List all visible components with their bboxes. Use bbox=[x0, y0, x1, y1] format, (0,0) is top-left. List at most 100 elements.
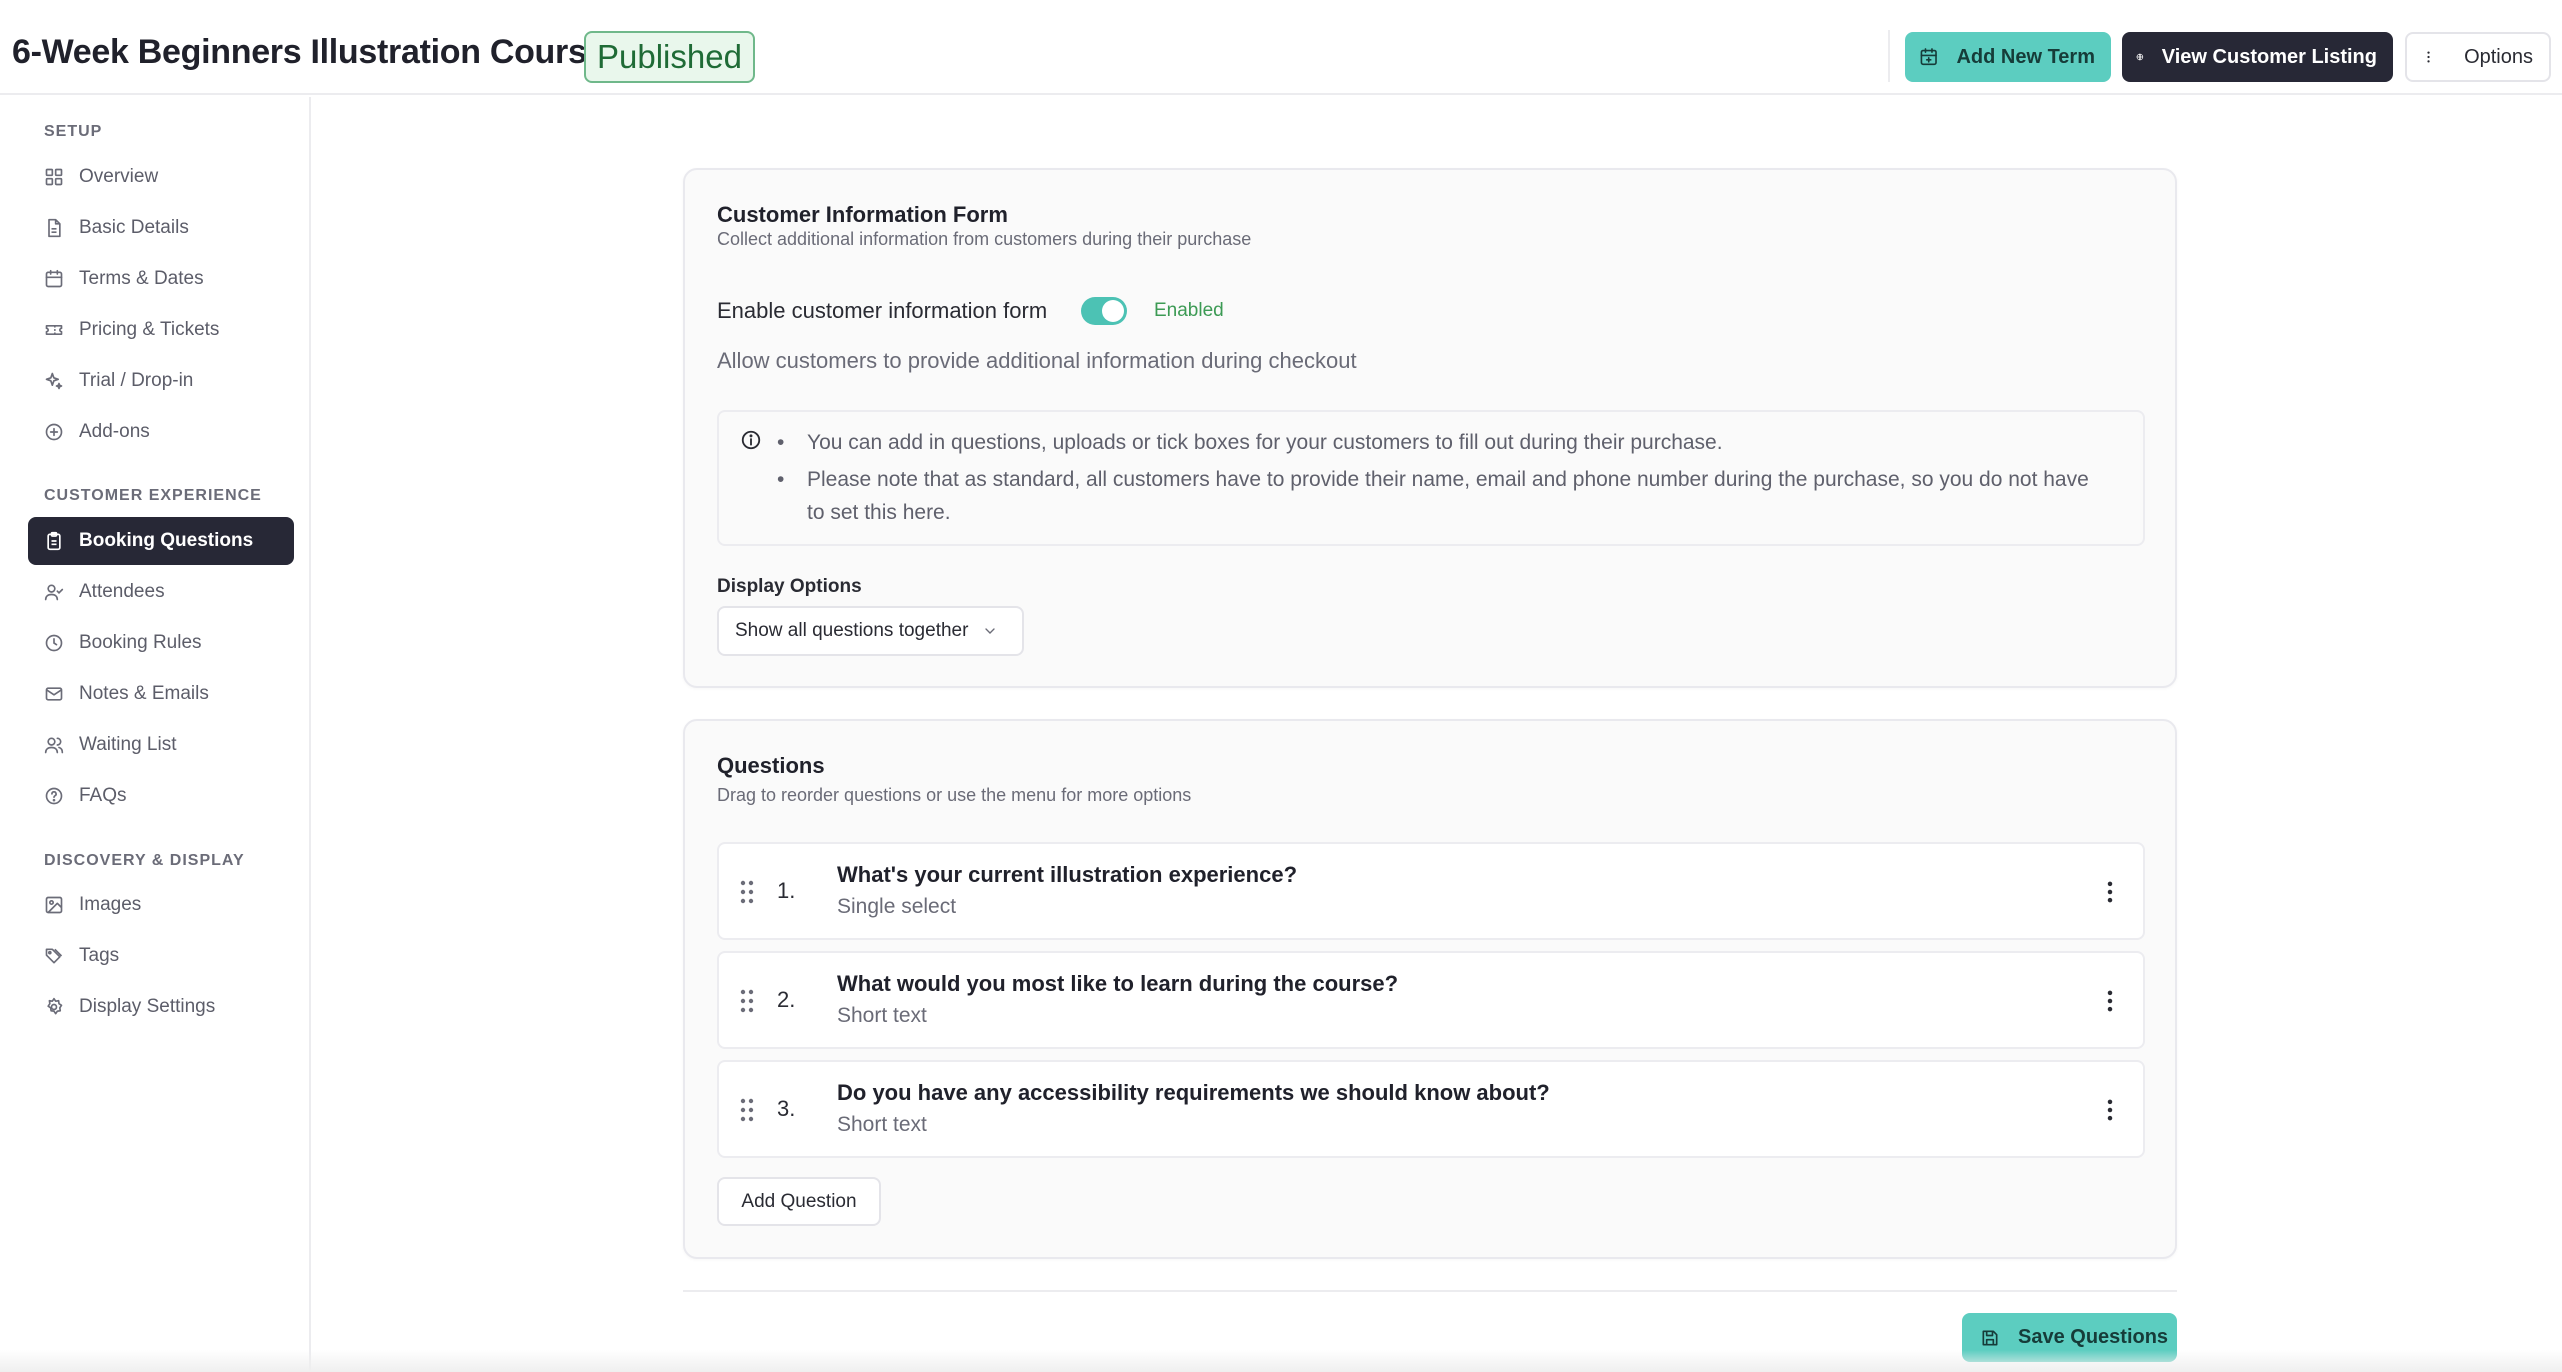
view-customer-listing-label: View Customer Listing bbox=[2161, 45, 2377, 68]
more-vertical-icon[interactable] bbox=[2095, 877, 2125, 907]
status-badge: Published bbox=[584, 31, 755, 83]
options-button[interactable]: Options bbox=[2405, 32, 2551, 82]
sidebar-item-label: Booking Questions bbox=[79, 530, 254, 551]
display-options-select[interactable]: Show all questions together bbox=[717, 606, 1024, 656]
save-icon bbox=[1982, 1330, 1998, 1345]
questions-card: Questions Drag to reorder questions or u… bbox=[683, 719, 2177, 1259]
sidebar-item-label: Display Settings bbox=[79, 996, 216, 1017]
sidebar-item-booking-rules[interactable]: Booking Rules bbox=[28, 619, 294, 667]
question-row[interactable]: 3. Do you have any accessibility require… bbox=[717, 1060, 2145, 1158]
card-title: Questions bbox=[717, 753, 825, 778]
question-type: Single select bbox=[837, 895, 957, 918]
sidebar-item-label: Terms & Dates bbox=[79, 268, 204, 289]
sidebar-item-add-ons[interactable]: Add-ons bbox=[28, 408, 294, 456]
add-question-button[interactable]: Add Question bbox=[717, 1177, 881, 1226]
more-vertical-icon[interactable] bbox=[2095, 986, 2125, 1016]
sidebar-item-label: Booking Rules bbox=[79, 632, 202, 653]
sidebar-item-notes-emails[interactable]: Notes & Emails bbox=[28, 670, 294, 718]
toggle-state-text: Enabled bbox=[1154, 300, 1224, 321]
toggle-description: Allow customers to provide additional in… bbox=[717, 348, 1357, 373]
question-number: 2. bbox=[777, 987, 796, 1012]
sidebar-item-display-settings[interactable]: Display Settings bbox=[28, 983, 294, 1031]
sidebar-item-label: Overview bbox=[79, 166, 159, 187]
sidebar-section-customer-experience: CUSTOMER EXPERIENCE bbox=[44, 487, 262, 504]
settings-icon bbox=[47, 997, 63, 1015]
question-number: 3. bbox=[777, 1096, 796, 1121]
sidebar-item-faqs[interactable]: FAQs bbox=[28, 772, 294, 820]
display-options-label: Display Options bbox=[717, 576, 862, 597]
sidebar-item-images[interactable]: Images bbox=[28, 881, 294, 929]
drag-handle-icon[interactable] bbox=[739, 988, 755, 1014]
sidebar-item-label: Basic Details bbox=[79, 217, 189, 238]
calendar-icon bbox=[45, 269, 63, 288]
plus-circle-icon bbox=[45, 423, 63, 441]
sidebar-item-label: Trial / Drop-in bbox=[79, 370, 194, 391]
question-number: 1. bbox=[777, 878, 796, 903]
sidebar-item-overview[interactable]: Overview bbox=[28, 153, 294, 201]
chevron-down-icon bbox=[985, 628, 996, 634]
enable-form-label: Enable customer information form bbox=[717, 298, 1048, 323]
header-divider bbox=[1888, 30, 1890, 82]
add-new-term-label: Add New Term bbox=[1956, 45, 2095, 68]
sidebar-item-label: Images bbox=[79, 894, 142, 915]
sidebar-item-label: Add-ons bbox=[79, 421, 150, 442]
toggle-knob bbox=[1102, 300, 1124, 322]
sidebar-item-label: Attendees bbox=[79, 581, 165, 602]
question-type: Short text bbox=[837, 1004, 927, 1027]
clipboard-icon bbox=[47, 531, 61, 551]
drag-handle-icon[interactable] bbox=[739, 1097, 755, 1123]
globe-icon bbox=[2136, 53, 2144, 61]
sidebar-item-basic-details[interactable]: Basic Details bbox=[28, 204, 294, 252]
sidebar-item-terms-dates[interactable]: Terms & Dates bbox=[28, 255, 294, 303]
more-vertical-icon[interactable] bbox=[2095, 1095, 2125, 1125]
mail-icon bbox=[45, 687, 63, 701]
sparkle-icon bbox=[45, 372, 63, 390]
info-box: You can add in questions, uploads or tic… bbox=[717, 410, 2145, 546]
add-new-term-button[interactable]: Add New Term bbox=[1905, 32, 2111, 82]
sidebar-item-tags[interactable]: Tags bbox=[28, 932, 294, 980]
calendar-plus-icon bbox=[1920, 48, 1937, 66]
drag-handle-icon[interactable] bbox=[739, 879, 755, 905]
grid-icon bbox=[45, 168, 63, 186]
question-title: What's your current illustration experie… bbox=[837, 862, 1298, 887]
sidebar: SETUP Overview Basic Details Terms & Dat… bbox=[0, 97, 311, 1372]
tags-icon bbox=[45, 948, 63, 964]
sidebar-item-label: FAQs bbox=[79, 785, 127, 806]
users-icon bbox=[44, 737, 64, 754]
save-questions-label: Save Questions bbox=[2018, 1326, 2169, 1348]
page-title: 6-Week Beginners Illustration Course bbox=[12, 33, 606, 71]
question-title: Do you have any accessibility requiremen… bbox=[837, 1080, 1550, 1105]
footer-divider bbox=[683, 1290, 2177, 1292]
sidebar-item-attendees[interactable]: Attendees bbox=[28, 568, 294, 616]
sidebar-item-trial-drop-in[interactable]: Trial / Drop-in bbox=[28, 357, 294, 405]
sidebar-item-label: Waiting List bbox=[79, 734, 177, 755]
sidebar-item-booking-questions[interactable]: Booking Questions bbox=[28, 517, 294, 565]
sidebar-section-setup: SETUP bbox=[44, 123, 103, 140]
sidebar-section-discovery-display: DISCOVERY & DISPLAY bbox=[44, 852, 245, 869]
question-row[interactable]: 1. What's your current illustration expe… bbox=[717, 842, 2145, 940]
enable-form-toggle[interactable] bbox=[1081, 297, 1127, 325]
info-icon bbox=[741, 430, 761, 450]
sidebar-item-pricing-tickets[interactable]: Pricing & Tickets bbox=[28, 306, 294, 354]
bottom-fade bbox=[0, 1350, 2562, 1372]
image-icon bbox=[45, 896, 63, 914]
sidebar-item-label: Pricing & Tickets bbox=[79, 319, 220, 340]
sidebar-item-label: Notes & Emails bbox=[79, 683, 209, 704]
options-label: Options bbox=[2464, 45, 2533, 68]
sidebar-item-waiting-list[interactable]: Waiting List bbox=[28, 721, 294, 769]
question-title: What would you most like to learn during… bbox=[837, 971, 1399, 996]
view-customer-listing-button[interactable]: View Customer Listing bbox=[2122, 32, 2393, 82]
display-options-value: Show all questions together bbox=[735, 620, 969, 641]
card-title: Customer Information Form bbox=[717, 202, 1008, 227]
sidebar-item-label: Tags bbox=[79, 945, 120, 966]
info-bullet: You can add in questions, uploads or tic… bbox=[777, 426, 2107, 459]
help-circle-icon bbox=[45, 787, 63, 805]
customer-information-form-card: Customer Information Form Collect additi… bbox=[683, 168, 2177, 688]
user-check-icon bbox=[44, 584, 64, 601]
ticket-icon bbox=[45, 325, 63, 335]
document-icon bbox=[48, 218, 61, 238]
question-type: Short text bbox=[837, 1113, 927, 1136]
card-subtitle: Drag to reorder questions or use the men… bbox=[717, 785, 1192, 805]
page-header: 6-Week Beginners Illustration Course Pub… bbox=[0, 0, 2562, 95]
question-row[interactable]: 2. What would you most like to learn dur… bbox=[717, 951, 2145, 1049]
